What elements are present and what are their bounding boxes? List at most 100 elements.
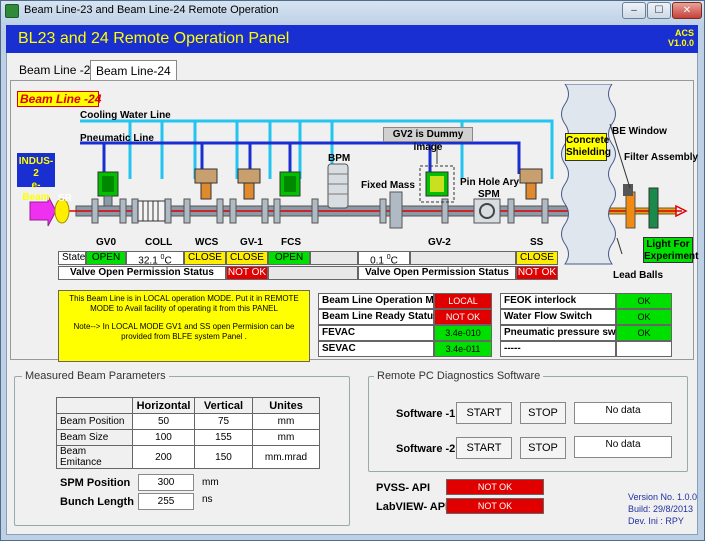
permission-spacer [268, 266, 358, 280]
row-vertical: 155 [194, 429, 253, 446]
valve-wcs [194, 168, 218, 200]
permission-label-1: Valve Open Permission Status [58, 266, 226, 280]
permission-status-2: NOT OK [516, 266, 558, 280]
ss-state: CLOSE [516, 251, 558, 265]
gv1-label: GV-1 [240, 237, 263, 248]
close-button[interactable]: ✕ [672, 2, 702, 19]
software-1-status: No data [574, 402, 672, 424]
bunch-length-unit: ns [202, 494, 213, 505]
note-gap [63, 314, 305, 322]
row-units: mm [252, 429, 320, 446]
row-units: mm [252, 413, 320, 430]
build-date: Build: 29/8/2013 [628, 504, 694, 514]
pvss-api-label: PVSS- API [376, 482, 430, 494]
valve-fcs [279, 171, 301, 197]
sevac-value: 3.4e-011 [434, 341, 492, 357]
temp2-unit: C [390, 255, 398, 265]
indus-text: INDUS-2 [18, 156, 54, 179]
tab-beam-line-23[interactable]: Beam Line -23 [14, 60, 102, 80]
state-spacer-2 [410, 251, 516, 265]
version-number: Version No. 1.0.0 [628, 492, 698, 502]
beamline-title: Beam Line -24 [17, 91, 101, 107]
blank-interlock-value [616, 341, 672, 357]
fixed-mass [389, 191, 403, 229]
state-spacer-1 [310, 251, 358, 265]
operation-mode-value: LOCAL [434, 293, 492, 309]
pinhole-spm [473, 198, 501, 224]
software-1-start-button[interactable]: START [456, 402, 512, 424]
experiment-text: Experiment [644, 251, 699, 262]
filter-assembly-label: Filter Assembly [624, 152, 699, 163]
ebeam-text: e- Beam [22, 180, 50, 203]
row-horizontal: 50 [132, 413, 195, 430]
version-label: V1.0.0 [668, 38, 695, 48]
coll-temp-value: 32.1 [138, 255, 158, 265]
software-2-stop-button[interactable]: STOP [520, 437, 566, 459]
software-2-status: No data [574, 436, 672, 458]
software-1-stop-button[interactable]: STOP [520, 402, 566, 424]
feok-value: OK [616, 293, 672, 309]
wcs-label: WCS [195, 237, 219, 248]
software-1-label: Software -1 [396, 408, 456, 420]
bpm-label: BPM [328, 153, 351, 164]
window-title: Beam Line-23 and Beam Line-24 Remote Ope… [24, 4, 279, 16]
measured-params-table: Horizontal Vertical Unites Beam Position… [56, 397, 320, 469]
coll-temperature: 32.1 0C [126, 251, 184, 265]
concrete-wall [561, 84, 616, 265]
temp2-value: 0.1 [370, 255, 384, 265]
pneumatic-pressure-value: OK [616, 325, 672, 341]
table-row: Beam Size 100 155 mm [56, 429, 320, 446]
valve-gv0 [97, 171, 119, 207]
ready-status-label: Beam Line Ready Status [318, 309, 439, 325]
gv0-label: GV0 [96, 237, 117, 248]
filter-assembly [648, 187, 659, 229]
measured-params-title: Measured Beam Parameters [22, 370, 169, 382]
row-vertical: 150 [194, 445, 253, 469]
feok-label: FEOK interlock [500, 293, 616, 309]
software-2-start-button[interactable]: START [456, 437, 512, 459]
pinhole-label: Pin Hole Ary [460, 177, 520, 188]
panel-title: BL23 and 24 Remote Operation Panel [18, 30, 290, 47]
spm-position-label: SPM Position [60, 477, 131, 489]
concrete-text: Concrete [566, 135, 610, 146]
be-window-label: BE Window [612, 126, 667, 137]
bunch-length-label: Bunch Length [60, 496, 134, 508]
sr-label: SR [58, 193, 72, 204]
shielding-text: Shielding [566, 147, 611, 158]
gv0-state: OPEN [86, 251, 126, 265]
water-flow-label: Water Flow Switch [500, 309, 616, 325]
table-header-row: Horizontal Vertical Unites [56, 397, 320, 414]
cooling-water-line [80, 119, 554, 179]
table-row: Beam Position 50 75 mm [56, 413, 320, 430]
table-header-vertical: Vertical [194, 397, 253, 414]
blank-interlock-label: ----- [500, 341, 616, 357]
labview-api-label: LabVIEW- API [376, 501, 449, 513]
tab-beam-line-24[interactable]: Beam Line-24 [90, 60, 177, 80]
developer-initials: Dev. Ini : RPY [628, 516, 684, 526]
mode-note: This Beam Line is in LOCAL operation MOD… [58, 290, 310, 362]
valve-gv2 [425, 171, 449, 197]
row-label: Beam Position [56, 413, 133, 430]
minimize-button[interactable]: – [622, 2, 646, 19]
light-experiment-label: Light For Experiment [643, 237, 699, 263]
valve-ss [519, 168, 543, 200]
fcs-label: FCS [281, 237, 301, 248]
table-header-horizontal: Horizontal [132, 397, 195, 414]
permission-status-1: NOT OK [226, 266, 268, 280]
spm-label: SPM [478, 189, 500, 200]
app-icon [5, 4, 19, 18]
collimator [137, 200, 166, 222]
table-row: Beam Emitance 200 150 mm.mrad [56, 445, 320, 469]
maximize-button[interactable]: ☐ [647, 2, 671, 19]
ready-status-value: NOT OK [434, 309, 492, 325]
gv2-dummy-note: GV2 is Dummy image [383, 127, 473, 153]
acs-label: ACS [675, 28, 695, 38]
pneumatic-label: Pneumatic Line [80, 133, 154, 144]
permission-label-2: Valve Open Permission Status [358, 266, 516, 280]
row-label: Beam Emitance [56, 445, 133, 469]
fevac-label: FEVAC [318, 325, 434, 341]
row-horizontal: 200 [132, 445, 195, 469]
gv2-label: GV-2 [428, 237, 451, 248]
state-label: State [58, 251, 86, 265]
ss-label: SS [530, 237, 544, 248]
